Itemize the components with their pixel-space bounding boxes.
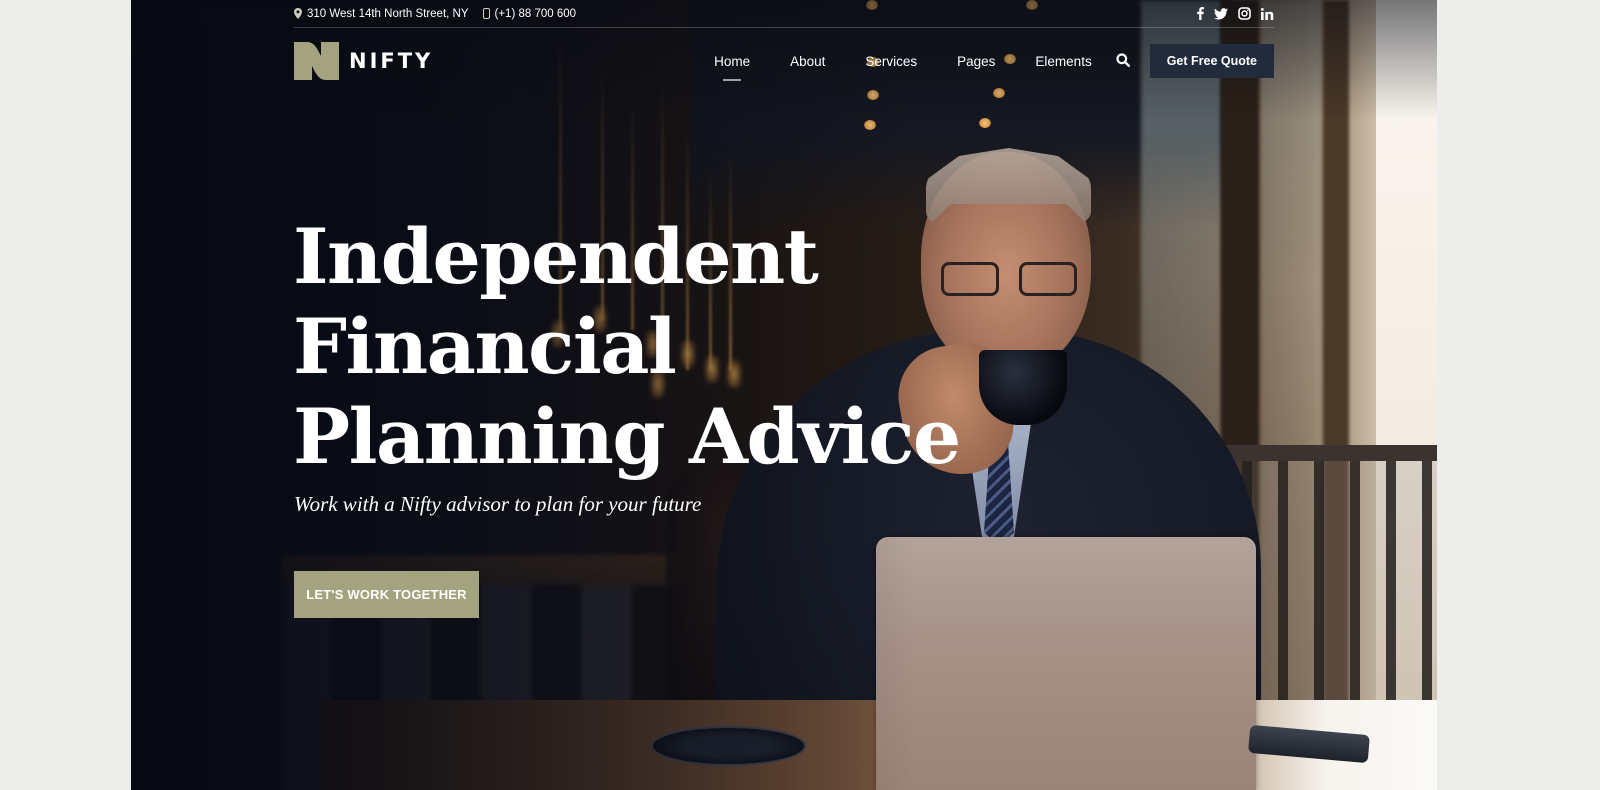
main-navbar: NIFTY Home About Services Pages Elements… [294, 42, 1274, 80]
hero-title-line: Independent [293, 212, 819, 301]
hero-subtitle: Work with a Nifty advisor to plan for yo… [294, 492, 702, 516]
main-menu: Home About Services Pages Elements Get F… [694, 44, 1274, 78]
mobile-phone-icon [482, 8, 490, 19]
hero-title-line: Financial [293, 302, 677, 391]
facebook-icon[interactable] [1197, 7, 1204, 20]
hero-section: 310 West 14th North Street, NY (+1) 88 7… [131, 0, 1437, 790]
address-item: 310 West 14th North Street, NY [294, 8, 469, 20]
nav-item-home[interactable]: Home [714, 48, 750, 75]
hero-title: Independent Financial Planning Advice [293, 212, 961, 482]
instagram-icon[interactable] [1238, 7, 1251, 20]
phone-item[interactable]: (+1) 88 700 600 [482, 8, 577, 20]
twitter-icon[interactable] [1214, 7, 1228, 20]
phone-text[interactable]: (+1) 88 700 600 [495, 8, 577, 20]
hero-title-line: Planning Advice [293, 392, 961, 481]
nav-item-elements[interactable]: Elements [1035, 48, 1091, 75]
logo[interactable]: NIFTY [294, 42, 433, 80]
map-pin-icon [294, 8, 302, 19]
nav-item-pages[interactable]: Pages [957, 48, 995, 75]
nav-item-about[interactable]: About [790, 48, 825, 75]
top-info-bar: 310 West 14th North Street, NY (+1) 88 7… [294, 0, 1274, 28]
linkedin-icon[interactable] [1261, 7, 1274, 20]
search-icon[interactable] [1116, 53, 1132, 69]
nav-item-services[interactable]: Services [865, 48, 917, 75]
logo-text: NIFTY [349, 49, 434, 73]
address-text: 310 West 14th North Street, NY [307, 7, 469, 20]
get-free-quote-button[interactable]: Get Free Quote [1149, 44, 1274, 78]
logo-mark-icon [294, 42, 339, 80]
social-links [1197, 7, 1274, 20]
lets-work-together-button[interactable]: LET'S WORK TOGETHER [294, 571, 479, 618]
